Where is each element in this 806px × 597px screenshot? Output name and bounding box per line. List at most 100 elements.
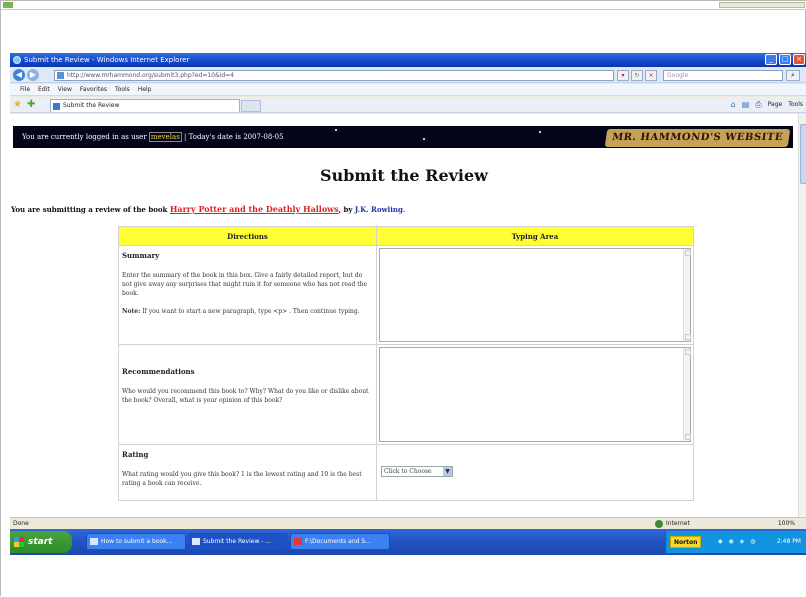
back-button[interactable]: ◀ <box>13 69 25 81</box>
logged-in-label: You are currently logged in as user <box>22 133 147 141</box>
rating-select-value: Click to Choose <box>384 468 432 475</box>
taskbar-item-label: F:\Documents and S... <box>305 538 371 545</box>
rating-typing-cell: Click to Choose ▼ <box>376 444 694 501</box>
forward-button[interactable]: ▶ <box>27 69 39 81</box>
star-decoration <box>423 138 425 140</box>
summary-row: Summary Enter the summary of the book in… <box>118 245 694 345</box>
col-directions: Directions <box>118 226 377 246</box>
security-zone: Internet <box>655 518 690 529</box>
book-subline: You are submitting a review of the book … <box>11 204 405 214</box>
home-icon[interactable]: ⌂ <box>731 99 736 111</box>
chevron-down-icon[interactable]: ▼ <box>443 467 452 476</box>
page-icon <box>57 72 64 79</box>
taskbar-item[interactable]: F:\Documents and S... <box>290 533 390 550</box>
taskbar-item[interactable]: Submit the Review - ... <box>188 533 288 550</box>
norton-icon[interactable]: Norton <box>670 536 702 548</box>
recommendations-directions: Recommendations Who would you recommend … <box>118 344 377 445</box>
ie-icon <box>192 538 200 545</box>
clock: 2:48 PM <box>776 538 801 545</box>
username-link[interactable]: mevelas <box>148 132 182 142</box>
taskbar-item-label: Submit the Review - ... <box>203 538 272 545</box>
top-strip <box>1 1 806 10</box>
menu-favorites[interactable]: Favorites <box>80 84 107 95</box>
menu-edit[interactable]: Edit <box>38 84 50 95</box>
page-title: Submit the Review <box>320 166 488 185</box>
site-banner: You are currently logged in as user meve… <box>13 126 793 150</box>
login-status: You are currently logged in as user meve… <box>22 132 284 142</box>
page-bottom-margin <box>1 555 806 597</box>
pdf-icon <box>294 538 302 545</box>
tab-submit-review[interactable]: Submit the Review <box>50 99 240 112</box>
top-strip-left-mark <box>3 2 13 8</box>
recommendations-textarea-scrollbar[interactable] <box>683 348 691 441</box>
tab-label: Submit the Review <box>63 102 120 109</box>
note-text: If you want to start a new paragraph, ty… <box>142 308 360 315</box>
summary-textarea-scrollbar[interactable] <box>683 249 691 341</box>
screenshot-frame: Submit the Review - Windows Internet Exp… <box>0 0 806 597</box>
rating-directions: Rating What rating would you give this b… <box>118 444 377 501</box>
rating-row: Rating What rating would you give this b… <box>118 444 694 501</box>
recommendations-typing-cell <box>376 344 694 445</box>
summary-text: Enter the summary of the book in this bo… <box>122 272 368 297</box>
globe-icon <box>655 519 663 528</box>
summary-textarea[interactable] <box>379 248 691 342</box>
command-bar: ⌂ ▤ ⎙ Page Tools <box>731 99 803 111</box>
minimize-icon[interactable]: _ <box>765 54 777 65</box>
summary-directions: Summary Enter the summary of the book in… <box>118 245 377 345</box>
recommendations-textarea[interactable] <box>379 347 691 442</box>
search-icon[interactable]: ⌕ <box>786 70 800 81</box>
review-form-table: Directions Typing Area Summary Enter the… <box>118 226 694 501</box>
recommendations-heading: Recommendations <box>122 367 195 376</box>
page-scrollbar[interactable] <box>798 114 806 517</box>
dropdown-icon[interactable]: ▾ <box>617 70 629 81</box>
browser-window: Submit the Review - Windows Internet Exp… <box>10 53 806 555</box>
author-link[interactable]: J.K. Rowling. <box>355 205 405 214</box>
date-text: | Today's date is 2007-08-05 <box>184 133 284 141</box>
window-title: Submit the Review - Windows Internet Exp… <box>24 56 190 64</box>
ie-icon <box>13 56 21 64</box>
address-tools: ▾ ↻ × <box>617 70 657 81</box>
new-tab-button[interactable] <box>241 100 261 112</box>
menu-tools[interactable]: Tools <box>115 84 130 95</box>
refresh-icon[interactable]: ↻ <box>631 70 643 81</box>
window-controls: _ □ × <box>765 54 805 65</box>
menu-bar: File Edit View Favorites Tools Help <box>10 84 806 96</box>
book-title-link[interactable]: Harry Potter and the Deathly Hallows <box>170 204 339 214</box>
menu-view[interactable]: View <box>58 84 72 95</box>
rating-text: What rating would you give this book? 1 … <box>122 471 362 487</box>
rating-select[interactable]: Click to Choose ▼ <box>381 466 453 477</box>
close-icon[interactable]: × <box>793 54 805 65</box>
tools-menu[interactable]: Tools <box>788 99 803 111</box>
zone-label: Internet <box>666 520 690 527</box>
url-field[interactable]: http://www.mrhammond.org/submit3.php?ed=… <box>54 70 614 81</box>
summary-note: Note: If you want to start a new paragra… <box>122 307 373 316</box>
menu-file[interactable]: File <box>20 84 30 95</box>
add-favorite-icon[interactable]: ✚ <box>27 99 35 111</box>
status-text: Done <box>13 520 29 527</box>
subline-prefix: You are submitting a review of the book <box>11 205 168 214</box>
scrollbar-thumb[interactable] <box>800 124 806 184</box>
menu-help[interactable]: Help <box>138 84 152 95</box>
star-decoration <box>335 129 337 131</box>
feeds-icon[interactable]: ▤ <box>742 99 750 111</box>
taskbar-item-label: How to submit a book... <box>101 538 173 545</box>
maximize-icon[interactable]: □ <box>779 54 791 65</box>
stop-icon[interactable]: × <box>645 70 657 81</box>
summary-typing-cell <box>376 245 694 345</box>
site-logo[interactable]: MR. HAMMOND'S WEBSITE <box>604 129 791 147</box>
zoom-level[interactable]: 100% <box>778 518 795 529</box>
subline-by: , by <box>338 205 353 214</box>
start-button[interactable]: start <box>10 531 72 553</box>
taskbar-item[interactable]: How to submit a book... <box>86 533 186 550</box>
favorites-star-icon[interactable]: ★ <box>13 99 22 111</box>
rating-heading: Rating <box>122 450 149 459</box>
summary-heading: Summary <box>122 251 160 260</box>
search-input[interactable]: Google <box>663 70 783 81</box>
address-bar: ◀ ▶ http://www.mrhammond.org/submit3.php… <box>10 67 806 83</box>
recommendations-row: Recommendations Who would you recommend … <box>118 344 694 445</box>
page-menu[interactable]: Page <box>768 99 783 111</box>
tray-icons[interactable]: ◆ ◉ ◈ ◍ <box>718 531 757 553</box>
url-text: http://www.mrhammond.org/submit3.php?ed=… <box>67 72 234 79</box>
tab-bar: ★ ✚ Submit the Review ⌂ ▤ ⎙ Page Tools <box>10 97 806 113</box>
print-icon[interactable]: ⎙ <box>755 99 761 111</box>
